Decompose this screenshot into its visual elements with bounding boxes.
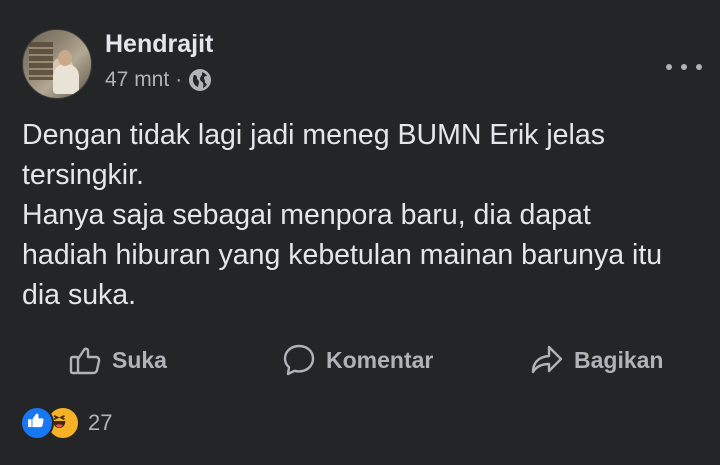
- reaction-count: 27: [88, 410, 113, 435]
- reactions-summary[interactable]: 27: [20, 406, 113, 440]
- like-button[interactable]: Suka: [68, 337, 167, 383]
- like-label: Suka: [112, 346, 167, 373]
- post-text-line: dia suka.: [22, 279, 137, 311]
- post-text-line: Hanya saja sebagai menpora baru, dia dap…: [22, 199, 591, 231]
- post-time[interactable]: 47 mnt: [105, 68, 169, 92]
- post-text-line: Dengan tidak lagi jadi meneg BUMN Erik j…: [22, 119, 605, 151]
- comment-label: Komentar: [326, 346, 434, 373]
- dot-icon: [681, 64, 687, 70]
- author-name[interactable]: Hendrajit: [105, 30, 213, 59]
- share-label: Bagikan: [574, 346, 664, 373]
- post-text: Dengan tidak lagi jadi meneg BUMN Erik j…: [22, 115, 712, 315]
- like-reaction-icon: [20, 406, 54, 440]
- post-header: Hendrajit 47 mnt ·: [22, 27, 720, 99]
- globe-icon: [189, 69, 212, 91]
- comment-button[interactable]: Komentar: [282, 337, 433, 383]
- dot-icon: [666, 64, 672, 70]
- share-button[interactable]: Bagikan: [530, 337, 663, 383]
- post-text-line: tersingkir.: [22, 159, 144, 191]
- comment-bubble-icon: [283, 344, 315, 376]
- thumbs-up-icon: [69, 347, 101, 375]
- post-actions: Suka Komentar Bagikan: [0, 337, 720, 383]
- post-meta: 47 mnt ·: [105, 68, 212, 92]
- dot-icon: [696, 64, 702, 70]
- meta-separator: ·: [175, 68, 183, 91]
- post-text-line: hadiah hiburan yang kebetulan mainan bar…: [22, 239, 663, 271]
- share-arrow-icon: [531, 345, 563, 374]
- author-avatar[interactable]: [22, 29, 92, 99]
- more-options-button[interactable]: [666, 57, 702, 77]
